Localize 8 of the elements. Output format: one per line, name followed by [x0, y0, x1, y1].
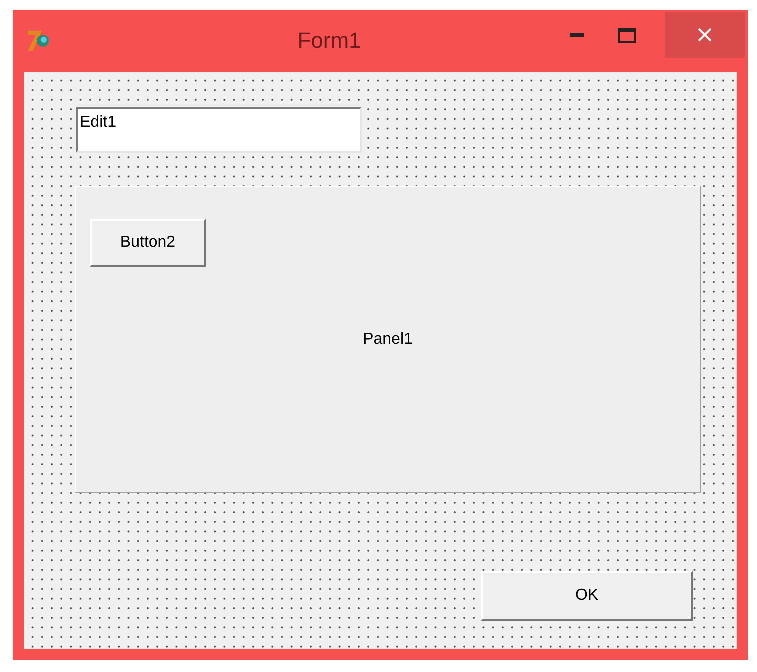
minimize-icon	[570, 33, 584, 37]
ok-button[interactable]: OK	[481, 571, 693, 621]
window-title: Form1	[296, 28, 362, 54]
close-icon	[698, 28, 712, 42]
panel-caption: Panel1	[363, 330, 413, 348]
push-button[interactable]: Button2	[90, 219, 206, 267]
maximize-icon	[618, 28, 636, 42]
edit-field[interactable]: Edit1	[76, 107, 362, 153]
